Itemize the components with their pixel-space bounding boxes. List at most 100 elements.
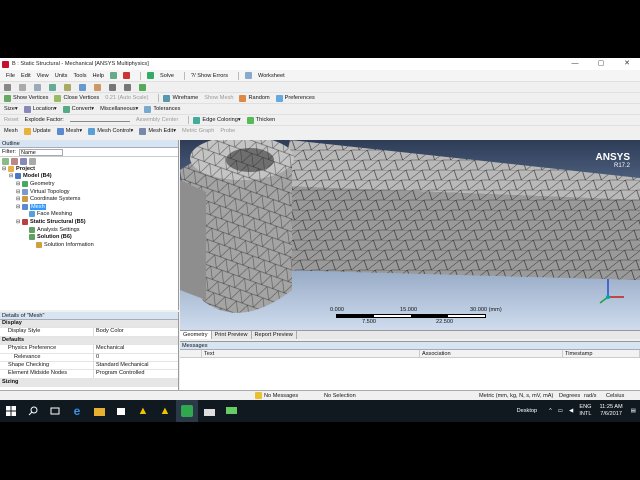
mesh-edit-button[interactable]: Mesh Edit ▾: [139, 127, 176, 135]
status-units[interactable]: Metric (mm, kg, N, s, mV, mA): [479, 393, 559, 399]
language-indicator[interactable]: ENG INTL: [579, 404, 591, 418]
delete-icon[interactable]: [123, 72, 131, 79]
show-errors-button[interactable]: ?/ Show Errors: [191, 73, 228, 79]
previous-view-icon[interactable]: [109, 83, 116, 91]
zoom-box-icon[interactable]: [64, 83, 71, 91]
explode-slider[interactable]: [69, 118, 130, 122]
ansys-taskbar-button-1[interactable]: ▲: [132, 400, 154, 422]
tree-node[interactable]: ⊟ Project: [0, 165, 178, 173]
tab-report-preview[interactable]: Report Preview: [252, 331, 297, 339]
preferences-button[interactable]: Preferences: [275, 94, 315, 102]
menu-units[interactable]: Units: [55, 73, 68, 79]
tree-node[interactable]: ⊟ Mesh: [0, 203, 178, 211]
location-button[interactable]: Location ▾: [23, 105, 57, 113]
maximize-button[interactable]: ▢: [588, 58, 614, 70]
worksheet-icon[interactable]: [245, 72, 253, 79]
solve-button[interactable]: Solve: [160, 73, 174, 79]
desktop-toolbar[interactable]: Desktop: [517, 408, 538, 414]
zoom-icon[interactable]: [49, 83, 56, 91]
menu-help[interactable]: Help: [93, 73, 105, 79]
tree-search-icon[interactable]: [29, 157, 36, 165]
status-angle[interactable]: Degrees: [559, 393, 584, 399]
tree-node[interactable]: ⊟ Static Structural (B5): [0, 218, 178, 226]
size-button[interactable]: Size ▾: [4, 106, 18, 112]
expand-all-icon[interactable]: [2, 157, 9, 165]
col-text[interactable]: Text: [202, 350, 420, 357]
rotate-icon[interactable]: [19, 83, 26, 91]
tree-node[interactable]: Solution Information: [0, 241, 178, 249]
tree-node[interactable]: Analysis Settings: [0, 226, 178, 234]
tree-node[interactable]: ⊟ Coordinate Systems: [0, 195, 178, 203]
miscellaneous-button[interactable]: Miscellaneous ▾: [100, 106, 138, 112]
ansys-taskbar-button-3[interactable]: [176, 400, 198, 422]
show-vertices-button[interactable]: Show Vertices: [4, 94, 48, 102]
worksheet-button[interactable]: Worksheet: [258, 73, 285, 79]
edge-taskbar-button[interactable]: e: [66, 400, 88, 422]
close-vertices-button[interactable]: Close Vertices: [54, 94, 99, 102]
details-group-display[interactable]: Display: [0, 320, 178, 329]
clock[interactable]: 11:25 AM 7/6/2017: [599, 404, 622, 418]
details-group-sizing[interactable]: Sizing: [0, 378, 178, 388]
details-row[interactable]: Display Style Body Color: [0, 328, 178, 337]
menu-view[interactable]: View: [37, 73, 49, 79]
thicken-button[interactable]: Thicken: [246, 116, 275, 124]
notifications-icon[interactable]: ▤: [631, 408, 636, 414]
menu-edit[interactable]: Edit: [21, 73, 31, 79]
menu-tools[interactable]: Tools: [73, 73, 86, 79]
convert-button[interactable]: Convert ▾: [62, 105, 94, 113]
update-button[interactable]: Update: [23, 127, 51, 135]
details-group-defaults[interactable]: Defaults: [0, 336, 178, 346]
reset-button[interactable]: Reset: [4, 117, 19, 123]
select-icon[interactable]: [4, 83, 11, 91]
magnifier-icon[interactable]: [94, 83, 101, 91]
menu-file[interactable]: File: [6, 73, 15, 79]
collapse-all-icon[interactable]: [11, 157, 18, 165]
iso-icon[interactable]: [139, 83, 146, 91]
edge-coloring-button[interactable]: Edge Coloring ▾: [193, 116, 241, 124]
status-messages[interactable]: No Messages: [264, 393, 324, 399]
mesh-control-button[interactable]: Mesh Control ▾: [88, 127, 133, 135]
tree-node[interactable]: Face Meshing: [0, 211, 178, 219]
tab-print-preview[interactable]: Print Preview: [212, 331, 252, 339]
ansys-taskbar-button-2[interactable]: ▲: [154, 400, 176, 422]
close-button[interactable]: ✕: [614, 58, 640, 70]
metric-graph-button[interactable]: Metric Graph: [182, 128, 214, 134]
col-association[interactable]: Association: [420, 350, 563, 357]
start-button[interactable]: [0, 400, 22, 422]
volume-icon[interactable]: ◀: [569, 408, 573, 414]
tolerances-button[interactable]: Tolerances: [144, 105, 180, 113]
mesh-menu-button[interactable]: Mesh ▾: [56, 127, 82, 135]
tree-node[interactable]: ⊟ Geometry: [0, 180, 178, 188]
filter-select[interactable]: Name: [18, 148, 63, 156]
fit-icon[interactable]: [79, 83, 86, 91]
tree-node[interactable]: Solution (B6): [0, 233, 178, 241]
solve-icon[interactable]: [147, 72, 155, 79]
minimize-button[interactable]: —: [562, 58, 588, 70]
store-taskbar-button[interactable]: [110, 400, 132, 422]
next-view-icon[interactable]: [124, 83, 131, 91]
network-icon[interactable]: ▭: [558, 408, 563, 414]
probe-button[interactable]: Probe: [220, 128, 235, 134]
explorer-taskbar-button[interactable]: [88, 400, 110, 422]
search-taskbar-button[interactable]: [22, 400, 44, 422]
wireframe-button[interactable]: Wireframe: [163, 94, 198, 102]
tree-filter-icon[interactable]: [20, 157, 27, 165]
col-timestamp[interactable]: Timestamp: [563, 350, 640, 357]
pan-icon[interactable]: [34, 83, 41, 91]
details-row[interactable]: Element Midside Nodes Program Controlled: [0, 370, 178, 379]
tree-node[interactable]: ⊟ Model (B4): [0, 173, 178, 181]
random-button[interactable]: Random: [239, 94, 270, 102]
assembly-center-select[interactable]: Assembly Center: [136, 117, 179, 123]
task-view-button[interactable]: [44, 400, 66, 422]
auto-scale-select[interactable]: 0.21 (Auto Scale): [105, 95, 148, 101]
status-temp[interactable]: Celsius: [606, 393, 624, 399]
graphics-viewport[interactable]: ANSYS R17.2 0.000 15.000 30.000 (mm) 7.5…: [180, 140, 640, 330]
app-taskbar-button-4[interactable]: [198, 400, 220, 422]
tree-node[interactable]: ⊟ Virtual Topology: [0, 188, 178, 196]
tab-geometry[interactable]: Geometry: [180, 331, 212, 339]
details-row[interactable]: Relevance 0: [0, 353, 178, 362]
details-row[interactable]: Shape Checking Standard Mechanical: [0, 361, 178, 371]
status-rate[interactable]: rad/s: [584, 393, 606, 399]
app-taskbar-button-5[interactable]: [220, 400, 242, 422]
show-mesh-button[interactable]: Show Mesh: [204, 95, 233, 101]
